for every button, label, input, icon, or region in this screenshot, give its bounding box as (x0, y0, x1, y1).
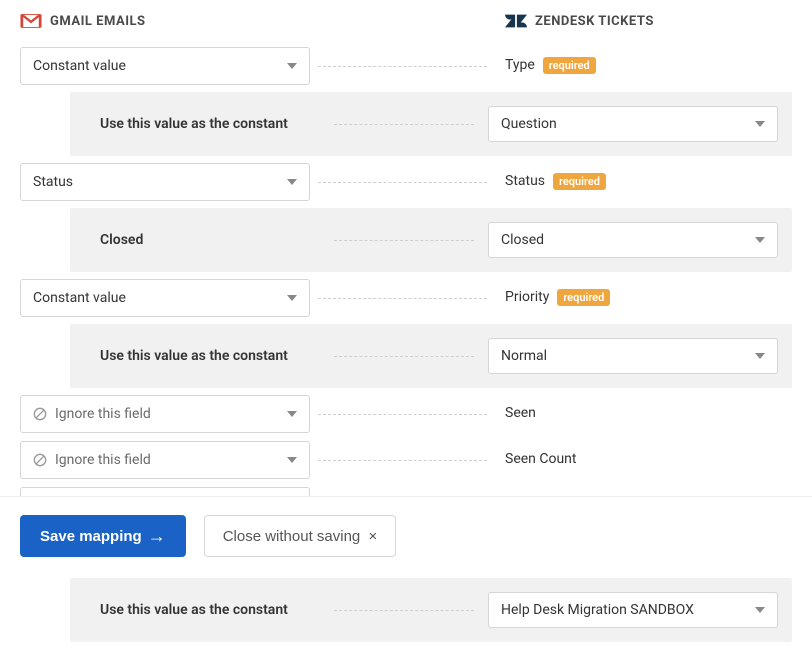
chevron-down-icon (755, 353, 765, 359)
source-header: GMAIL EMAILS (50, 14, 146, 29)
constant-label: Use this value as the constant (100, 348, 320, 364)
target-field-type: Type (505, 57, 535, 73)
connector-line (334, 610, 474, 611)
source-select-label: Ignore this field (55, 452, 151, 468)
connector-line (318, 414, 487, 415)
chevron-down-icon (287, 411, 297, 417)
ban-icon (33, 453, 47, 467)
arrow-right-icon: → (148, 527, 166, 545)
source-select-label: Ignore this field (55, 406, 151, 422)
required-badge: required (557, 289, 610, 306)
constant-sub-row-priority: Use this value as the constant Normal (70, 324, 792, 388)
chevron-down-icon (755, 607, 765, 613)
close-button-label: Close without saving (223, 528, 361, 545)
save-mapping-button[interactable]: Save mapping → (20, 515, 186, 557)
connector-line (318, 460, 487, 461)
source-select-status[interactable]: Status (20, 163, 310, 201)
connector-line (318, 66, 487, 67)
source-select-label: Constant value (33, 290, 126, 306)
target-field-priority: Priority (505, 289, 549, 305)
source-select-seen-count[interactable]: Ignore this field (20, 441, 310, 479)
source-select-label: Constant value (33, 58, 126, 74)
constant-label: Use this value as the constant (100, 116, 320, 132)
constant-value-select-brand[interactable]: Help Desk Migration SANDBOX (488, 592, 778, 628)
chevron-down-icon (287, 457, 297, 463)
connector-line (318, 298, 487, 299)
chevron-down-icon (287, 295, 297, 301)
source-select-label: Status (33, 174, 73, 190)
status-value-label: Closed (501, 232, 544, 248)
target-field-seen-count: Seen Count (505, 451, 577, 467)
close-x-icon: × (364, 528, 377, 545)
connector-line (334, 356, 474, 357)
constant-value-select-type[interactable]: Question (488, 106, 778, 142)
chevron-down-icon (287, 63, 297, 69)
chevron-down-icon (755, 121, 765, 127)
status-value-select[interactable]: Closed (488, 222, 778, 258)
source-select-priority[interactable]: Constant value (20, 279, 310, 317)
target-header: ZENDESK TICKETS (535, 14, 654, 29)
source-select-seen[interactable]: Ignore this field (20, 395, 310, 433)
constant-sub-row-type: Use this value as the constant Question (70, 92, 792, 156)
constant-label: Use this value as the constant (100, 602, 320, 618)
source-select-type[interactable]: Constant value (20, 47, 310, 85)
connector-line (334, 124, 474, 125)
status-sub-label: Closed (100, 232, 320, 248)
required-badge: required (543, 57, 596, 74)
close-without-saving-button[interactable]: Close without saving × (204, 515, 397, 557)
constant-value-label: Question (501, 116, 557, 132)
gmail-icon (20, 12, 42, 30)
constant-sub-row-brand: Use this value as the constant Help Desk… (70, 578, 792, 642)
target-field-status: Status (505, 173, 545, 189)
chevron-down-icon (755, 237, 765, 243)
connector-line (318, 182, 487, 183)
save-button-label: Save mapping (40, 528, 142, 545)
constant-value-label: Normal (501, 348, 547, 364)
constant-value-select-priority[interactable]: Normal (488, 338, 778, 374)
ban-icon (33, 407, 47, 421)
chevron-down-icon (287, 179, 297, 185)
connector-line (334, 240, 474, 241)
required-badge: required (553, 173, 606, 190)
zendesk-icon (505, 12, 527, 30)
constant-value-label: Help Desk Migration SANDBOX (501, 602, 694, 618)
target-field-seen: Seen (505, 405, 536, 421)
status-sub-row: Closed Closed (70, 208, 792, 272)
